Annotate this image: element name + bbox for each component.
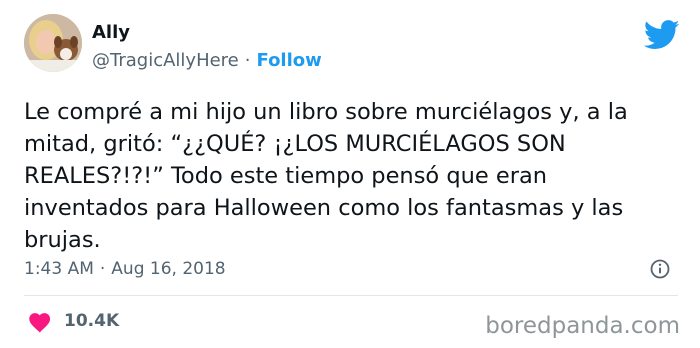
author-name[interactable]: Ally bbox=[92, 22, 130, 43]
watermark: boredpanda.com bbox=[485, 313, 680, 339]
heart-icon[interactable] bbox=[29, 313, 51, 333]
tweet-date[interactable]: Aug 16, 2018 bbox=[111, 259, 225, 279]
info-icon[interactable] bbox=[650, 259, 670, 279]
avatar[interactable] bbox=[24, 14, 82, 72]
author-handle[interactable]: @TragicAllyHere bbox=[92, 50, 239, 71]
divider bbox=[24, 295, 678, 296]
tweet-time[interactable]: 1:43 AM bbox=[24, 259, 94, 279]
handle-separator: · bbox=[244, 50, 251, 71]
like-count[interactable]: 10.4K bbox=[64, 311, 119, 331]
follow-button[interactable]: Follow bbox=[257, 50, 322, 71]
tweet-text: Le compré a mi hijo un libro sobre murci… bbox=[24, 99, 628, 253]
twitter-bird-icon[interactable] bbox=[643, 20, 680, 50]
tweet-timestamp[interactable]: 1:43 AM · Aug 16, 2018 bbox=[24, 259, 226, 279]
tweet-card: Ally @TragicAllyHere · Follow Le compré a … bbox=[0, 0, 700, 348]
author-handle-row: @TragicAllyHere · Follow bbox=[92, 50, 322, 71]
timestamp-separator: · bbox=[99, 259, 106, 279]
